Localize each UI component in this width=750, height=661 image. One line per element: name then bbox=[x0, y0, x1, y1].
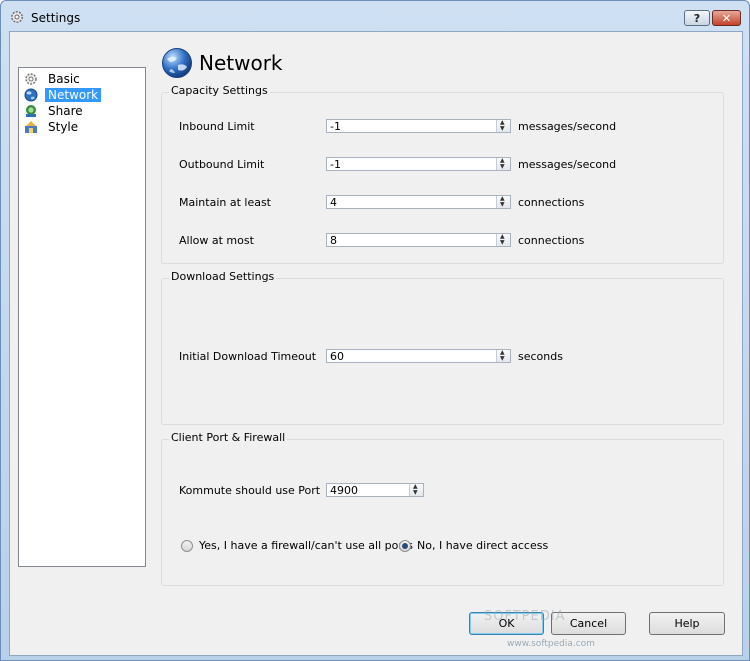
globe-icon bbox=[162, 48, 192, 78]
download-timeout-spinbox[interactable]: 60 ▲ ▼ bbox=[326, 349, 511, 363]
port-label: Kommute should use Port bbox=[179, 484, 321, 497]
inbound-unit-label: messages/second bbox=[518, 120, 617, 133]
spin-arrows[interactable]: ▲ ▼ bbox=[496, 350, 510, 362]
download-settings-group: Download Settings Initial Download Timeo… bbox=[161, 270, 724, 425]
spin-arrows[interactable]: ▲ ▼ bbox=[496, 158, 510, 170]
spin-arrows[interactable]: ▲ ▼ bbox=[496, 234, 510, 246]
help-button[interactable]: Help bbox=[649, 612, 725, 635]
watermark-brand: SOFTPEDIA bbox=[484, 609, 566, 624]
nav-item-style[interactable]: Style bbox=[21, 119, 139, 135]
spin-arrows[interactable]: ▲ ▼ bbox=[496, 196, 510, 208]
capacity-settings-group: Capacity Settings Inbound Limit -1 ▲ ▼ me… bbox=[161, 84, 724, 264]
nav-item-label: Style bbox=[48, 120, 79, 134]
group-title: Capacity Settings bbox=[169, 84, 270, 97]
spinbox-value: -1 bbox=[330, 120, 341, 133]
inbound-limit-spinbox[interactable]: -1 ▲ ▼ bbox=[326, 119, 511, 133]
spin-arrows[interactable]: ▲ ▼ bbox=[409, 484, 423, 496]
timeout-unit-label: seconds bbox=[518, 350, 563, 363]
port-spinbox[interactable]: 4900 ▲ ▼ bbox=[326, 483, 424, 497]
nav-item-label: Network bbox=[45, 88, 102, 102]
allow-label: Allow at most bbox=[179, 234, 254, 247]
client-port-group: Client Port & Firewall Kommute should us… bbox=[161, 431, 724, 586]
firewall-radio[interactable] bbox=[181, 540, 193, 552]
nav-item-share[interactable]: Share bbox=[21, 103, 139, 119]
download-timeout-label: Initial Download Timeout bbox=[179, 350, 317, 363]
gear-icon bbox=[25, 73, 37, 85]
spinbox-value: -1 bbox=[330, 158, 341, 171]
style-icon bbox=[25, 121, 37, 133]
watermark-url: www.softpedia.com bbox=[507, 639, 595, 649]
direct-access-radio[interactable] bbox=[399, 540, 411, 552]
firewall-radio-label[interactable]: Yes, I have a firewall/can't use all por… bbox=[199, 539, 413, 552]
maintain-spinbox[interactable]: 4 ▲ ▼ bbox=[326, 195, 511, 209]
close-button[interactable]: ✕ bbox=[712, 10, 741, 26]
spinbox-value: 4 bbox=[330, 196, 337, 209]
page-title: Network bbox=[199, 51, 283, 75]
window-title: Settings bbox=[31, 11, 81, 25]
direct-access-radio-label[interactable]: No, I have direct access bbox=[417, 539, 548, 552]
gear-icon bbox=[11, 11, 23, 23]
maintain-unit-label: connections bbox=[518, 196, 585, 209]
nav-item-basic[interactable]: Basic bbox=[21, 71, 139, 87]
outbound-limit-label: Outbound Limit bbox=[179, 158, 265, 171]
outbound-unit-label: messages/second bbox=[518, 158, 617, 171]
group-title: Download Settings bbox=[169, 270, 277, 283]
inbound-limit-label: Inbound Limit bbox=[179, 120, 255, 133]
nav-item-label: Share bbox=[48, 104, 83, 118]
spin-arrows[interactable]: ▲ ▼ bbox=[496, 120, 510, 132]
share-icon bbox=[26, 105, 36, 117]
globe-icon bbox=[24, 88, 38, 102]
settings-window: Settings ? ✕ Basic Network Share Style N… bbox=[0, 0, 750, 661]
allow-unit-label: connections bbox=[518, 234, 585, 247]
dialog-body: Basic Network Share Style Network Capaci… bbox=[9, 31, 743, 656]
spinbox-value: 4900 bbox=[330, 484, 358, 497]
group-title: Client Port & Firewall bbox=[169, 431, 288, 444]
help-title-button[interactable]: ? bbox=[684, 10, 710, 26]
title-bar: Settings ? ✕ bbox=[1, 1, 749, 33]
maintain-label: Maintain at least bbox=[179, 196, 271, 209]
nav-item-label: Basic bbox=[48, 72, 80, 86]
outbound-limit-spinbox[interactable]: -1 ▲ ▼ bbox=[326, 157, 511, 171]
spinbox-value: 8 bbox=[330, 234, 337, 247]
settings-nav: Basic Network Share Style bbox=[18, 67, 146, 567]
spinbox-value: 60 bbox=[330, 350, 344, 363]
nav-item-network[interactable]: Network bbox=[21, 87, 139, 103]
allow-spinbox[interactable]: 8 ▲ ▼ bbox=[326, 233, 511, 247]
